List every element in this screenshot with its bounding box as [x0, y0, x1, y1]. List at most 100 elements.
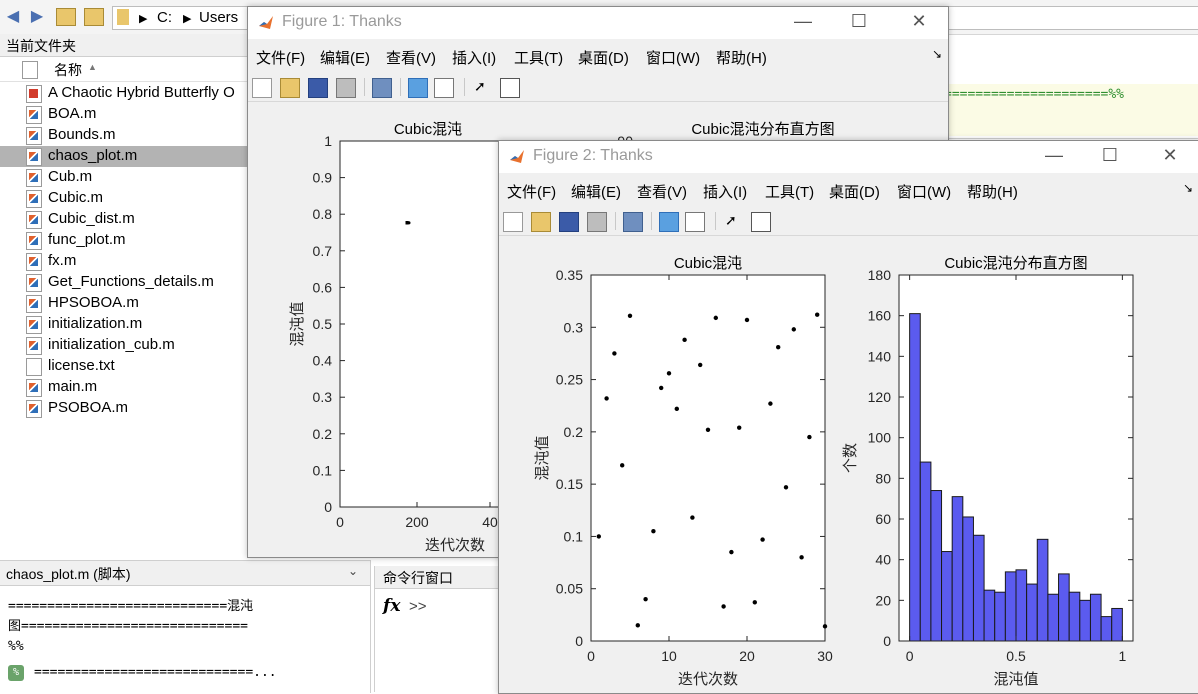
figure2-window[interactable]: Figure 2: Thanks — ☐ ✕ 文件(F) 编辑(E) 查看(V) 插入… [498, 140, 1198, 694]
toolbar-separator [715, 212, 716, 230]
browse-folder-icon[interactable] [84, 8, 104, 26]
pointer-icon[interactable]: ➚ [725, 212, 743, 230]
file-row[interactable]: Cubic_dist.m [0, 209, 248, 230]
x-tick-label: 0.5 [1006, 648, 1026, 664]
details-title-bar: chaos_plot.m (脚本) ⌄ [0, 561, 370, 586]
name-column-header[interactable]: 名称 [54, 60, 82, 80]
menu-item[interactable]: 帮助(H) [967, 181, 1018, 202]
divider [944, 138, 1198, 139]
scatter-point [651, 529, 656, 534]
figure1-toolbar: ➚ [248, 71, 948, 102]
address-drive[interactable]: C: [157, 9, 172, 26]
file-row[interactable]: Get_Functions_details.m [0, 272, 248, 293]
menu-item[interactable]: 帮助(H) [716, 47, 767, 68]
details-line: ============================混沌 [8, 599, 254, 614]
command-window-title: 命令行窗口 [383, 570, 453, 586]
scatter-point [612, 351, 617, 356]
menu-item[interactable]: 查看(V) [386, 47, 436, 68]
menu-item[interactable]: 插入(I) [703, 181, 747, 202]
open-file-icon[interactable] [280, 78, 300, 98]
dock-arrow-icon[interactable]: ↘ [932, 47, 942, 61]
matlab-logo-icon [510, 150, 524, 163]
menu-item[interactable]: 工具(T) [514, 47, 563, 68]
legend-icon[interactable] [434, 78, 454, 98]
figure2-canvas: 0 0.05 0.1 0.15 0.2 0.25 0.3 0.35 0 10 20 30 Cubic混沌… [499, 237, 1198, 691]
m-file-icon [26, 379, 42, 397]
figure1-titlebar[interactable]: Figure 1: Thanks — ☐ ✕ [248, 7, 948, 39]
menu-item[interactable]: 桌面(D) [578, 47, 629, 68]
close-icon[interactable]: ✕ [904, 11, 934, 32]
path-field-extension[interactable] [944, 6, 1198, 30]
y-tick-label: 140 [868, 348, 892, 364]
figure2-toolbar: ➚ [499, 205, 1198, 236]
m-file-icon [26, 211, 42, 229]
scatter-point [713, 315, 718, 321]
menu-item[interactable]: 文件(F) [256, 47, 305, 68]
command-prompt[interactable]: >> [409, 598, 427, 615]
address-folder[interactable]: Users [199, 9, 238, 26]
print-icon[interactable] [336, 78, 356, 98]
legend-icon[interactable] [685, 212, 705, 232]
file-name: initialization_cub.m [48, 336, 175, 353]
chart-title: Cubic混沌 [394, 121, 462, 138]
link-plot-icon[interactable] [372, 78, 392, 98]
histogram-bar [1111, 607, 1123, 642]
histogram-bar [1058, 573, 1070, 642]
details-title: chaos_plot.m (脚本) [6, 566, 131, 582]
menu-item[interactable]: 编辑(E) [571, 181, 621, 202]
colorbar-icon[interactable] [408, 78, 428, 98]
back-arrow-icon[interactable]: ◀ [4, 8, 22, 26]
file-row[interactable]: chaos_plot.m [0, 146, 248, 167]
menu-item[interactable]: 窗口(W) [646, 47, 700, 68]
menu-item[interactable]: 查看(V) [637, 181, 687, 202]
minimize-icon[interactable]: — [788, 11, 818, 32]
file-row[interactable]: Cub.m [0, 167, 248, 188]
menu-item[interactable]: 窗口(W) [897, 181, 951, 202]
histogram-bar [909, 313, 921, 642]
up-folder-icon[interactable] [56, 8, 76, 26]
menu-item[interactable]: 桌面(D) [829, 181, 880, 202]
link-plot-icon[interactable] [623, 212, 643, 232]
new-figure-icon[interactable] [503, 212, 523, 232]
menu-item[interactable]: 工具(T) [765, 181, 814, 202]
command-window[interactable]: 命令行窗口 fx >> [374, 566, 501, 692]
property-editor-icon[interactable] [751, 212, 771, 232]
dock-arrow-icon[interactable]: ↘ [1183, 181, 1193, 195]
pdf-file-icon [26, 85, 42, 103]
file-row[interactable]: initialization_cub.m [0, 335, 248, 356]
property-editor-icon[interactable] [500, 78, 520, 98]
maximize-icon[interactable]: ☐ [1095, 145, 1125, 166]
menu-item[interactable]: 文件(F) [507, 181, 556, 202]
file-row[interactable]: Cubic.m [0, 188, 248, 209]
figure2-titlebar[interactable]: Figure 2: Thanks — ☐ ✕ [499, 141, 1198, 173]
file-row[interactable]: main.m [0, 377, 248, 398]
x-tick-label: 20 [739, 648, 755, 664]
colorbar-icon[interactable] [659, 212, 679, 232]
m-file-icon [26, 232, 42, 250]
close-icon[interactable]: ✕ [1155, 145, 1185, 166]
file-row[interactable]: HPSOBOA.m [0, 293, 248, 314]
menu-item[interactable]: 编辑(E) [320, 47, 370, 68]
open-file-icon[interactable] [531, 212, 551, 232]
file-row[interactable]: PSOBOA.m [0, 398, 248, 419]
file-row[interactable]: Bounds.m [0, 125, 248, 146]
chevron-down-icon[interactable]: ⌄ [348, 564, 358, 578]
file-row[interactable]: license.txt [0, 356, 248, 377]
print-icon[interactable] [587, 212, 607, 232]
pointer-icon[interactable]: ➚ [474, 78, 492, 96]
minimize-icon[interactable]: — [1039, 145, 1069, 166]
file-row[interactable]: fx.m [0, 251, 248, 272]
new-figure-icon[interactable] [252, 78, 272, 98]
fx-icon[interactable]: fx [383, 596, 400, 616]
save-icon[interactable] [559, 212, 579, 232]
file-row[interactable]: BOA.m [0, 104, 248, 125]
address-bar[interactable]: ▶ C: ▶ Users [112, 6, 252, 30]
menu-item[interactable]: 插入(I) [452, 47, 496, 68]
maximize-icon[interactable]: ☐ [844, 11, 874, 32]
save-icon[interactable] [308, 78, 328, 98]
forward-arrow-icon[interactable]: ▶ [28, 8, 46, 26]
file-type-column-icon [22, 61, 38, 79]
file-row[interactable]: initialization.m [0, 314, 248, 335]
file-row[interactable]: func_plot.m [0, 230, 248, 251]
file-row[interactable]: A Chaotic Hybrid Butterfly O [0, 83, 248, 104]
